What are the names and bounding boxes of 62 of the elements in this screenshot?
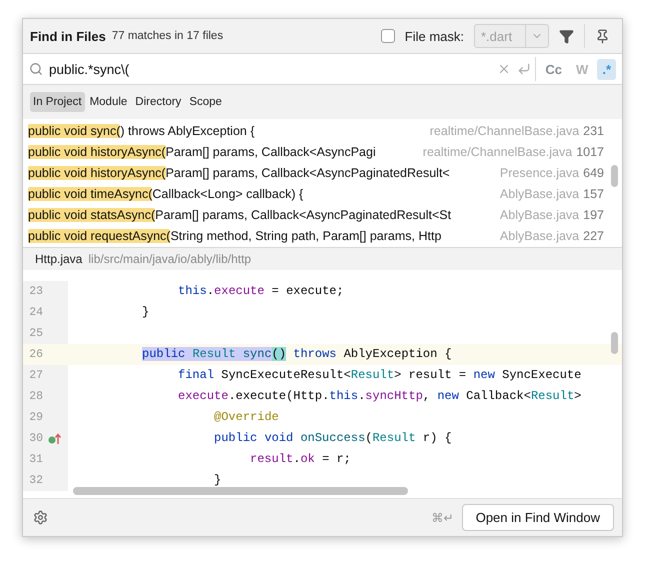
result-row[interactable]: public void statsAsync(Param[] params, Callback<AsyncPaginatedResult<St AblyBase.java 197 <box>23 204 622 225</box>
line-number: 24 <box>28 305 43 321</box>
result-line-number: 197 <box>583 208 604 222</box>
code-line: this.execute = execute; <box>177 283 344 300</box>
newline-icon[interactable] <box>517 62 532 76</box>
code-line: execute.execute(Http.this.syncHttp, new Callback<Result> <box>177 388 582 405</box>
line-number: 26 <box>28 347 43 363</box>
result-line-number: 227 <box>583 228 604 242</box>
result-file: AblyBase.java <box>500 228 580 242</box>
result-file: Presence.java <box>500 166 580 180</box>
result-line-number: 157 <box>583 186 604 200</box>
line-number: 30 <box>28 431 43 447</box>
file-mask-label: File mask: <box>404 28 464 44</box>
result-file: realtime/ChannelBase.java <box>422 144 572 158</box>
code-line: final SyncExecuteResult<Result> result = new SyncExecute <box>177 367 582 384</box>
result-text: public void historyAsync(Param[] params, Callback<AsyncPagi <box>28 144 377 158</box>
scrollbar-thumb[interactable] <box>611 332 618 354</box>
line-number: 31 <box>28 452 43 468</box>
result-file: AblyBase.java <box>500 186 580 200</box>
code-line: result.ok = r; <box>249 451 351 468</box>
open-in-find-window-button[interactable]: Open in Find Window <box>462 504 614 531</box>
search-field[interactable]: public.*sync\( <box>29 54 532 84</box>
result-file: realtime/ChannelBase.java <box>430 124 580 138</box>
line-number: 28 <box>28 389 43 405</box>
code-line: public void onSuccess(Result r) { <box>213 430 452 447</box>
result-line-number: 649 <box>583 166 604 180</box>
result-row[interactable]: public void timeAsync(Callback<Long> callback) { AblyBase.java 157 <box>23 183 622 204</box>
line-number: 23 <box>28 284 43 300</box>
result-line-number: 231 <box>583 124 604 138</box>
implements-override-icon[interactable] <box>48 432 62 444</box>
result-text: public void requestAsync(String method, String path, Param[] params, Http <box>28 228 442 242</box>
result-file: AblyBase.java <box>500 208 580 222</box>
line-number: 27 <box>28 368 43 384</box>
result-row[interactable]: public void historyAsync(Param[] params, Callback<AsyncPagi realtime/ChannelBase.java 1017 <box>23 141 622 162</box>
result-row[interactable]: public void historyAsync(Param[] params, Callback<AsyncPaginatedResult< Presence.java 649 <box>23 162 622 183</box>
line-number: 29 <box>28 410 43 426</box>
settings-icon[interactable] <box>33 510 48 525</box>
dialog-title: Find in Files <box>30 28 106 44</box>
scope-tab[interactable]: Module <box>86 92 130 112</box>
code-line: @Override <box>213 409 279 426</box>
result-row[interactable]: public void sync() throws AblyException { realtime/ChannelBase.java 231 <box>23 120 622 141</box>
line-number: 25 <box>28 326 43 342</box>
result-text: public void sync() throws AblyException { <box>28 124 256 138</box>
code-line: } <box>213 472 222 489</box>
result-text: public void statsAsync(Param[] params, Callback<AsyncPaginatedResult<St <box>28 208 452 222</box>
code-line: } <box>141 304 150 321</box>
result-row[interactable]: public void requestAsync(String method, String path, Param[] params, Http AblyBase.java 227 <box>23 225 622 246</box>
result-text: public void timeAsync(Callback<Long> callback) { <box>28 186 304 200</box>
scope-tab[interactable]: Directory <box>132 92 184 112</box>
scrollbar-thumb[interactable] <box>73 487 408 495</box>
shortcut-hint: ⌘↵ <box>432 510 454 524</box>
match-summary: 77 matches in 17 files <box>112 30 224 42</box>
result-line-number: 1017 <box>576 144 604 158</box>
code-line: public Result sync() throws AblyException { <box>141 346 452 363</box>
search-icon <box>29 62 43 76</box>
scope-tab[interactable]: In Project <box>30 92 85 112</box>
line-number: 32 <box>28 473 43 489</box>
scrollbar-thumb[interactable] <box>611 165 618 187</box>
result-text: public void historyAsync(Param[] params, Callback<AsyncPaginatedResult< <box>28 166 451 180</box>
preview-file-name: Http.java <box>35 252 82 266</box>
scope-tab[interactable]: Scope <box>186 92 225 112</box>
preview-file-path: lib/src/main/java/io/ably/lib/http <box>88 252 252 266</box>
